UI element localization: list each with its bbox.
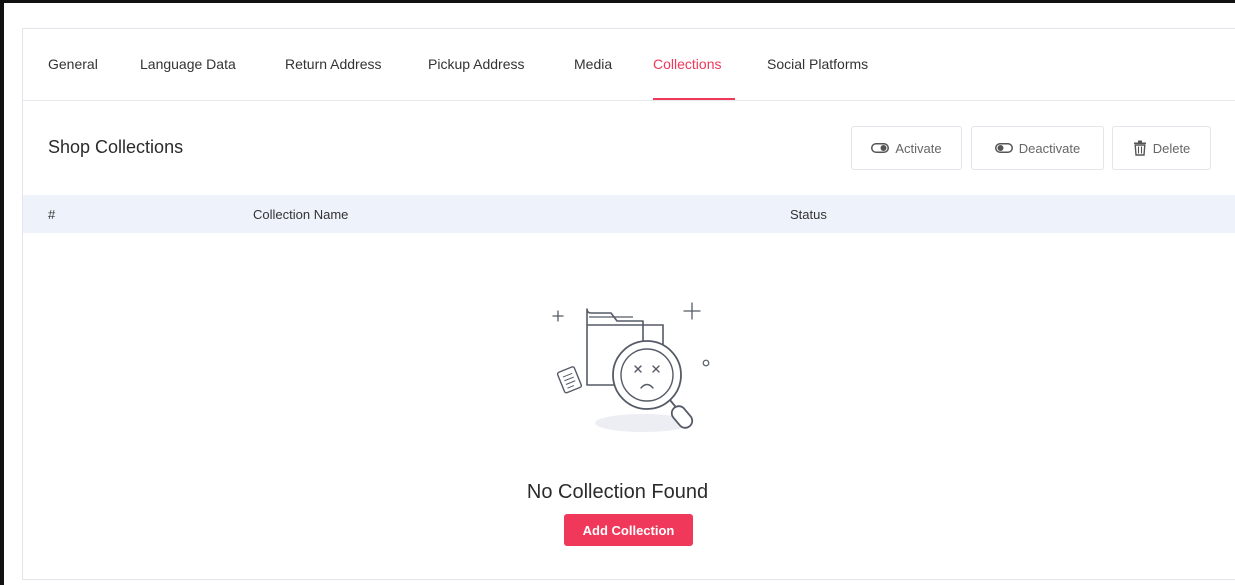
empty-state-message: No Collection Found — [526, 481, 709, 503]
delete-button[interactable]: Delete — [1112, 126, 1211, 170]
active-tab-indicator — [653, 98, 735, 100]
tab-social-platforms[interactable]: Social Platforms — [767, 56, 868, 72]
column-header-index: # — [48, 207, 56, 222]
tab-pickup-address[interactable]: Pickup Address — [428, 56, 525, 72]
table-header: # Collection Name Status — [23, 195, 1235, 233]
column-header-status[interactable]: Status — [790, 207, 827, 222]
toggle-on-icon — [871, 143, 890, 153]
tab-general[interactable]: General — [48, 56, 98, 72]
tab-language-data[interactable]: Language Data — [140, 56, 236, 72]
delete-label: Delete — [1152, 140, 1191, 156]
toggle-off-icon — [994, 143, 1013, 153]
activate-button[interactable]: Activate — [851, 126, 962, 170]
column-header-collection-name[interactable]: Collection Name — [253, 207, 348, 222]
tab-bar: General Language Data Return Address Pic… — [23, 29, 1235, 101]
deactivate-button[interactable]: Deactivate — [971, 126, 1104, 170]
trash-icon — [1133, 140, 1146, 156]
add-collection-button[interactable]: Add Collection — [564, 514, 693, 546]
tab-media[interactable]: Media — [574, 56, 612, 72]
tab-return-address[interactable]: Return Address — [285, 56, 382, 72]
section-title: Shop Collections — [48, 137, 184, 157]
tab-collections[interactable]: Collections — [653, 56, 721, 72]
empty-state-illustration — [552, 302, 710, 432]
window-border-top — [0, 0, 1235, 3]
deactivate-label: Deactivate — [1018, 140, 1081, 156]
activate-label: Activate — [895, 140, 942, 156]
